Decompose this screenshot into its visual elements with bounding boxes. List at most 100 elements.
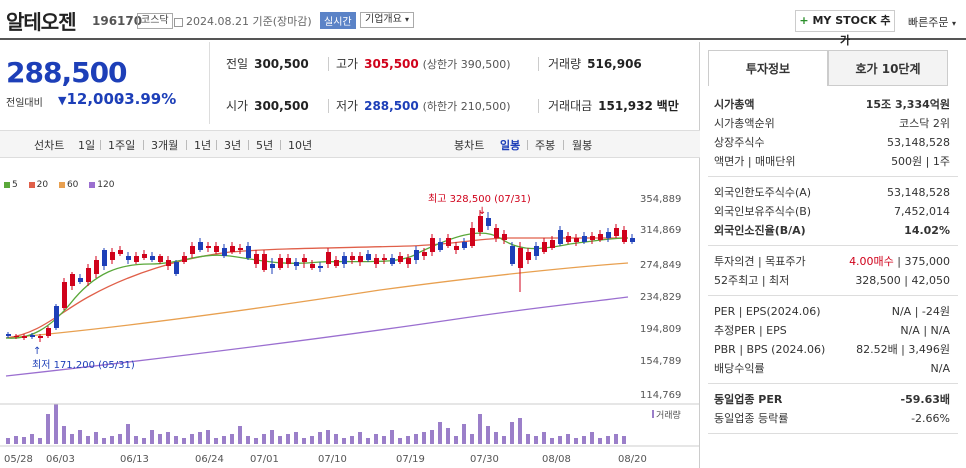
volume-bar [534,436,538,444]
volume-bar [574,438,578,444]
info-value: N/A | N/A [900,322,950,340]
add-mystock-button[interactable]: + MY STOCK 추가 [795,10,895,47]
info-key[interactable]: 추정PER | EPS [714,322,787,340]
y-tick-label: 194,809 [640,324,681,335]
candle-body [294,262,299,266]
volume-bar [582,436,586,444]
info-value-text: 375,000 [904,255,951,268]
candle-body [398,256,403,262]
date-text: 2024.08.21 기준(장마감) [186,15,312,28]
info-value: 328,500 | 42,050 [855,272,950,290]
realtime-button[interactable]: 실시간 [320,12,356,29]
candle-body [630,238,635,242]
stock-name: 알테오젠 [6,10,77,34]
volume-bar [326,430,330,444]
volume-bar [22,437,26,444]
volume-bar [198,432,202,444]
volume-bar [390,430,394,444]
info-value-text: 500원 | 1주 [891,155,950,168]
candle-body [318,266,323,268]
candle-body [374,258,379,264]
quick-order-dropdown[interactable]: 빠른주문 ▾ [908,14,956,30]
volume-bar [182,438,186,444]
info-key[interactable]: 외국인한도주식수(A) [714,184,811,202]
info-key[interactable]: PBR | BPS (2024.06) [714,341,825,359]
volume-bar [126,424,130,444]
volume-bar [526,434,530,444]
info-key[interactable]: 액면가 | 매매단위 [714,153,796,171]
candle-body [214,246,219,252]
corp-info-dropdown[interactable]: 기업개요 ▾ [360,12,415,28]
info-key[interactable]: 외국인보유주식수(B) [714,203,811,221]
candle-body [478,216,483,232]
info-value-text: 코스닥 2위 [899,117,950,130]
candle-body [350,256,355,260]
info-key[interactable]: 투자의견 | 목표주가 [714,253,806,271]
info-key[interactable]: 외국인소진율(B/A) [714,222,806,240]
mystock-label: MY STOCK 추가 [812,14,891,47]
volume-bar [246,436,250,444]
candle-body [230,246,235,252]
volume-legend-swatch [652,410,654,418]
info-key[interactable]: 시가총액순위 [714,115,775,133]
info-key[interactable]: PER | EPS(2024.06) [714,303,821,321]
tab-orderbook[interactable]: 호가 10단계 [828,50,948,86]
volume-bar [342,438,346,444]
candle-body [222,248,227,256]
volume-bar [70,434,74,444]
candle-body [190,246,195,254]
x-tick-label: 08/20 [618,454,647,465]
info-value-text: 328,500 | 42,050 [855,274,950,287]
info-value-text: -2.66% [911,412,950,425]
candle-body [366,254,371,260]
info-key[interactable]: 상장주식수 [714,134,765,152]
candle-body [406,258,411,264]
candle-body [542,242,547,252]
info-key[interactable]: 동일업종 등락률 [714,410,788,428]
volume-bar [558,436,562,444]
volume-bar [86,436,90,444]
volume-bar [142,438,146,444]
info-value: 82.52배 | 3,496원 [856,341,950,359]
candle-body [102,250,107,266]
candle-body [414,250,419,260]
info-value: 4.00매수 | 375,000 [849,255,951,268]
candle-body [198,242,203,250]
candle-body [494,228,499,238]
info-row: 외국인한도주식수(A) 53,148,528 [714,184,950,202]
info-key[interactable]: 동일업종 PER [714,391,782,409]
candle-body [454,246,459,250]
info-value: 7,452,014 [894,203,950,221]
volume-bar [54,404,58,444]
volume-bar [294,432,298,444]
candle-body [614,228,619,236]
tab-invest-info[interactable]: 투자정보 [708,50,828,86]
info-value: 14.02% [904,222,950,240]
volume-bar [334,434,338,444]
chevron-down-icon: ▾ [405,15,410,24]
candle-body [326,252,331,264]
volume-bar [606,436,610,444]
candle-body [86,268,91,282]
quick-order-label: 빠른주문 [908,16,949,29]
info-key[interactable]: 시가총액 [714,96,754,114]
candle-body [486,218,491,226]
info-key[interactable]: 배당수익률 [714,360,765,378]
volume-bar [502,436,506,444]
volume-bar [382,436,386,444]
x-tick-label: 06/24 [195,454,224,465]
volume-bar [174,436,178,444]
info-row: 시가총액순위 코스닥 2위 [714,115,950,133]
info-value-text: 7,452,014 [894,205,950,218]
candle-body [182,256,187,262]
y-tick-label: 114,769 [640,390,681,401]
candle-body [334,260,339,266]
candle-body [62,282,67,308]
info-key[interactable]: 52주최고 | 최저 [714,272,789,290]
candle-body [70,274,75,286]
candlestick-chart[interactable]: 354,889 314,869 274,849 234,829 194,809 154,7… [0,42,700,468]
info-value-text: 15조 3,334억원 [865,98,950,111]
x-tick-label: 08/08 [542,454,571,465]
volume-bar [494,432,498,444]
info-value-text: 82.52배 | 3,496원 [856,343,950,356]
